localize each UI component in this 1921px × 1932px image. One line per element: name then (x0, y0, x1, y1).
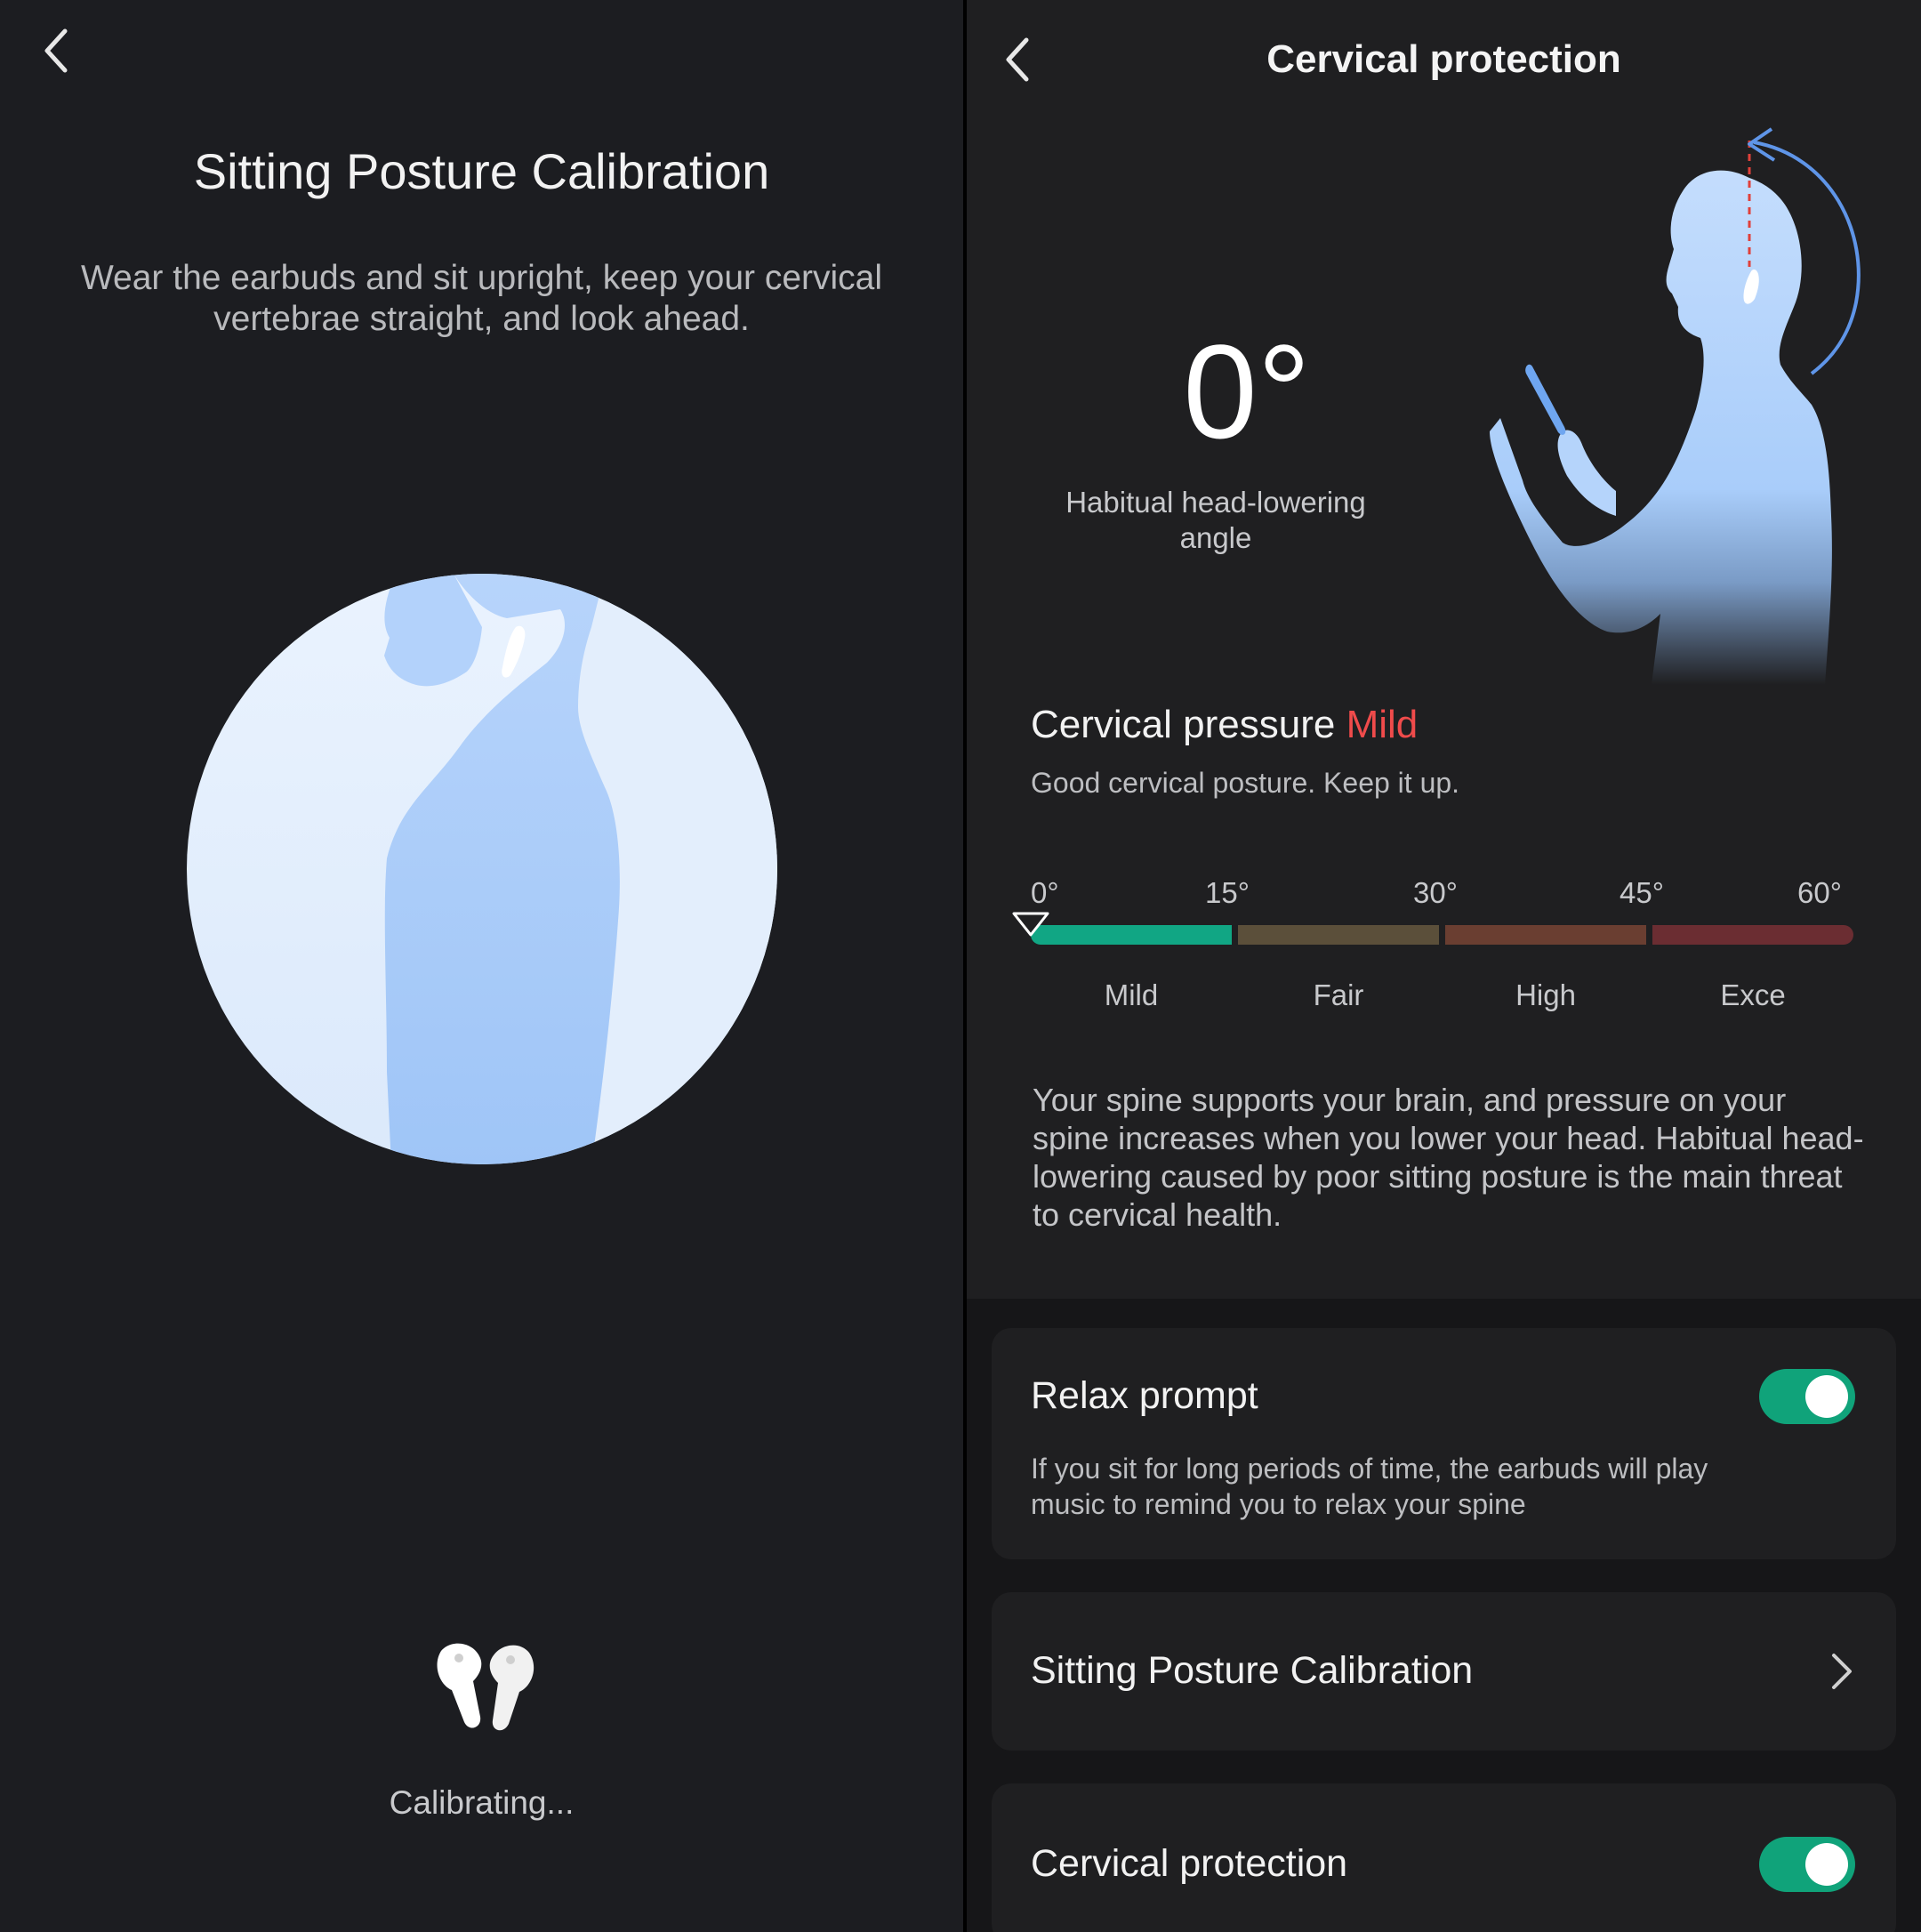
settings-list: Relax prompt If you sit for long periods… (967, 1299, 1921, 1932)
info-text: Your spine supports your brain, and pres… (1033, 1082, 1864, 1233)
angle-label: Habitual head-lowering angle (1065, 486, 1366, 554)
angle-scale: 0° 15° 30° 45° 60° Mild Fair High Exce (1012, 876, 1867, 1018)
scale-tick: 0° (1031, 876, 1059, 909)
page-title: Sitting Posture Calibration (193, 143, 770, 199)
segment-label: Fair (1313, 978, 1364, 1011)
toggle-knob (1805, 1843, 1848, 1886)
scale-tick: 60° (1797, 876, 1842, 909)
scale-segment-fair (1238, 925, 1439, 945)
page-title: Cervical protection (1266, 37, 1621, 81)
segment-label: Exce (1720, 978, 1786, 1011)
segment-label: Mild (1104, 978, 1159, 1011)
scale-tick: 30° (1413, 876, 1458, 909)
calibration-title: Sitting Posture Calibration (1031, 1649, 1474, 1692)
pressure-message: Good cervical posture. Keep it up. (1031, 767, 1460, 799)
chevron-left-icon (44, 28, 68, 73)
instruction-text: Wear the earbuds and sit upright, keep y… (80, 259, 883, 338)
angle-value: 0° (1183, 317, 1311, 466)
relax-prompt-description: If you sit for long periods of time, the… (1031, 1453, 1708, 1520)
scale-segment-high (1445, 925, 1646, 945)
chevron-right-icon (1832, 1654, 1852, 1689)
pressure-label: Cervical pressure (1031, 703, 1336, 746)
segment-label: High (1515, 978, 1576, 1011)
relax-prompt-card: Relax prompt If you sit for long periods… (992, 1328, 1896, 1559)
head-angle-illustration (1490, 127, 1861, 685)
pressure-heading: Cervical pressure Mild (1031, 703, 1418, 747)
scale-segment-mild (1031, 925, 1232, 945)
scale-segment-excessive (1652, 925, 1853, 945)
toggle-knob (1805, 1375, 1848, 1418)
current-angle-pointer (1012, 912, 1049, 937)
calibration-screen: Sitting Posture Calibration Wear the ear… (0, 0, 963, 1932)
scale-tick: 15° (1205, 876, 1250, 909)
cervical-protection-toggle[interactable] (1759, 1837, 1855, 1892)
relax-prompt-title: Relax prompt (1031, 1374, 1258, 1417)
posture-illustration (187, 574, 777, 1164)
relax-prompt-toggle[interactable] (1759, 1369, 1855, 1424)
pressure-level: Mild (1346, 703, 1419, 746)
cervical-protection-title: Cervical protection (1031, 1842, 1348, 1885)
earbuds-icon (437, 1643, 535, 1731)
cervical-protection-card: Cervical protection (992, 1783, 1896, 1932)
calibration-status: Calibrating... (389, 1784, 575, 1821)
scale-tick: 45° (1620, 876, 1664, 909)
back-button[interactable] (25, 20, 87, 82)
sitting-posture-calibration-item[interactable]: Sitting Posture Calibration (992, 1592, 1896, 1751)
split-screen: Sitting Posture Calibration Wear the ear… (0, 0, 1921, 1932)
cervical-protection-screen: Cervical protection 0° Habitual head-low… (967, 0, 1921, 1932)
